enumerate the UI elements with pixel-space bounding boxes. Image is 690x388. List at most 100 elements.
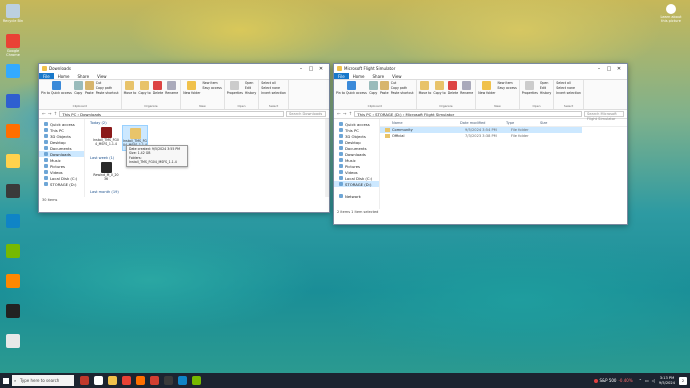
history-button[interactable]: History [540,91,551,96]
taskbar-app-icon[interactable] [79,376,89,385]
easy-access-button[interactable]: Easy access [202,86,221,91]
back-arrow-icon[interactable]: ← [42,112,46,117]
copy-to-button[interactable]: Copy to [138,81,151,95]
chevron-up-icon[interactable]: ⌃ [639,378,642,383]
back-arrow-icon[interactable]: ← [337,112,341,117]
notification-center-button[interactable]: 2 [679,376,687,385]
paste-shortcut-button[interactable]: Paste shortcut [96,91,119,96]
path-field[interactable]: This PC › STORAGE (D:) › Microsoft Fligh… [354,111,582,117]
properties-button[interactable]: Properties [522,81,538,96]
tab-share[interactable]: Share [369,73,389,79]
task-view-icon[interactable] [93,376,103,385]
column-date-modified[interactable]: Date modified [460,121,506,126]
paste-button[interactable]: Paste [84,81,94,96]
maximize-button[interactable]: □ [306,66,316,72]
desktop-icon[interactable] [2,154,24,169]
tab-home[interactable]: Home [54,73,74,79]
up-arrow-icon[interactable]: ↑ [349,112,353,117]
easy-access-button[interactable]: Easy access [497,86,516,91]
copy-button[interactable]: Copy [73,81,83,96]
rename-button[interactable]: Rename [460,81,473,95]
search-field[interactable]: Search Microsoft Flight Simulator [584,111,624,121]
copy-button[interactable]: Copy [368,81,378,96]
rename-button[interactable]: Rename [165,81,178,95]
file-item[interactable]: Install_TMS_FG04_MSFS_1.1.4 [93,127,119,146]
firefox-icon[interactable] [135,376,145,385]
desktop-icon[interactable] [2,64,24,79]
paste-shortcut-button[interactable]: Paste shortcut [391,91,414,96]
column-size[interactable]: Size [540,121,570,126]
chrome-icon[interactable] [121,376,131,385]
column-type[interactable]: Type [506,121,540,126]
learn-about-picture-icon[interactable]: Learn about this picture [660,4,682,23]
explorer-window-downloads[interactable]: Downloads – □ ✕ File Home Share View Pin… [38,63,330,213]
paste-button[interactable]: Paste [379,81,389,96]
tab-home[interactable]: Home [349,73,369,79]
network-icon[interactable]: ▭ [645,378,649,383]
nav-item[interactable]: STORAGE (D:) [39,181,84,187]
new-folder-button[interactable]: New folder [478,81,495,95]
desktop-icon[interactable] [2,304,24,319]
group-header-last-week[interactable]: Last week (1) [90,156,114,160]
move-to-button[interactable]: Move to [419,81,431,95]
taskbar-app-icon[interactable] [191,376,201,385]
taskbar-app-icon[interactable] [163,376,173,385]
pin-quick-access-button[interactable]: Pin to Quick access [336,81,367,96]
forward-arrow-icon[interactable]: → [48,112,52,117]
tab-view[interactable]: View [388,73,406,79]
taskbar-search-input[interactable]: ⌕ Type here to search [12,375,74,386]
desktop-icon[interactable] [2,244,24,259]
nav-item[interactable]: Network [334,193,379,199]
close-button[interactable]: ✕ [316,66,326,72]
title-bar[interactable]: Microsoft Flight Simulator – □ ✕ [334,64,627,73]
new-folder-button[interactable]: New folder [183,81,200,95]
desktop-icon[interactable] [2,124,24,139]
history-button[interactable]: History [245,91,256,96]
volume-icon[interactable]: ◁ [652,378,655,383]
tab-file[interactable]: File [334,73,349,79]
properties-button[interactable]: Properties [227,81,243,96]
delete-button[interactable]: Delete [448,81,458,95]
clock[interactable]: 3:13 PM 9/5/2024 [659,376,675,385]
group-header-last-month[interactable]: Last month (19) [90,190,119,194]
tab-file[interactable]: File [39,73,54,79]
file-explorer-icon[interactable] [107,376,117,385]
desktop-icon[interactable] [2,214,24,229]
desktop-icon[interactable] [2,334,24,349]
desktop-icon[interactable] [2,274,24,289]
delete-button[interactable]: Delete [153,81,163,95]
desktop-icon[interactable]: Recycle Bin [2,4,24,23]
invert-selection-button[interactable]: Invert selection [261,91,286,96]
group-header-today[interactable]: Today (2) [90,121,107,125]
table-row[interactable]: Official 7/3/2023 3:38 PM File folder [380,133,627,139]
column-name[interactable]: Name [380,121,460,126]
up-arrow-icon[interactable]: ↑ [54,112,58,117]
pin-quick-access-button[interactable]: Pin to Quick access [41,81,72,96]
desktop-icon[interactable] [2,184,24,199]
title-bar[interactable]: Downloads – □ ✕ [39,64,329,73]
explorer-window-msfs[interactable]: Microsoft Flight Simulator – □ ✕ File Ho… [333,63,628,225]
move-to-button[interactable]: Move to [124,81,136,95]
start-button[interactable] [0,373,12,388]
tab-share[interactable]: Share [74,73,94,79]
file-item[interactable]: Rewind_M_0_2036 [93,162,119,181]
ribbon: Pin to Quick access Copy Paste Cut Copy … [334,80,627,110]
taskbar-app-icon[interactable] [149,376,159,385]
desktop-icon[interactable] [2,94,24,109]
copy-to-button[interactable]: Copy to [433,81,446,95]
vertical-scrollbar[interactable] [325,119,329,197]
minimize-button[interactable]: – [594,66,604,72]
tab-view[interactable]: View [93,73,111,79]
new-group: New folder New item Easy access New [476,80,520,109]
close-button[interactable]: ✕ [614,66,624,72]
move-to-icon [420,81,430,90]
minimize-button[interactable]: – [296,66,306,72]
search-field[interactable]: Search Downloads [286,111,326,117]
path-field[interactable]: This PC › Downloads [59,111,284,117]
desktop-icon[interactable]: Google Chrome [2,34,24,57]
maximize-button[interactable]: □ [604,66,614,72]
invert-selection-button[interactable]: Invert selection [556,91,581,96]
taskbar-app-icon[interactable] [177,376,187,385]
forward-arrow-icon[interactable]: → [343,112,347,117]
stock-widget[interactable]: S&P 500 -0.40% [593,378,633,383]
